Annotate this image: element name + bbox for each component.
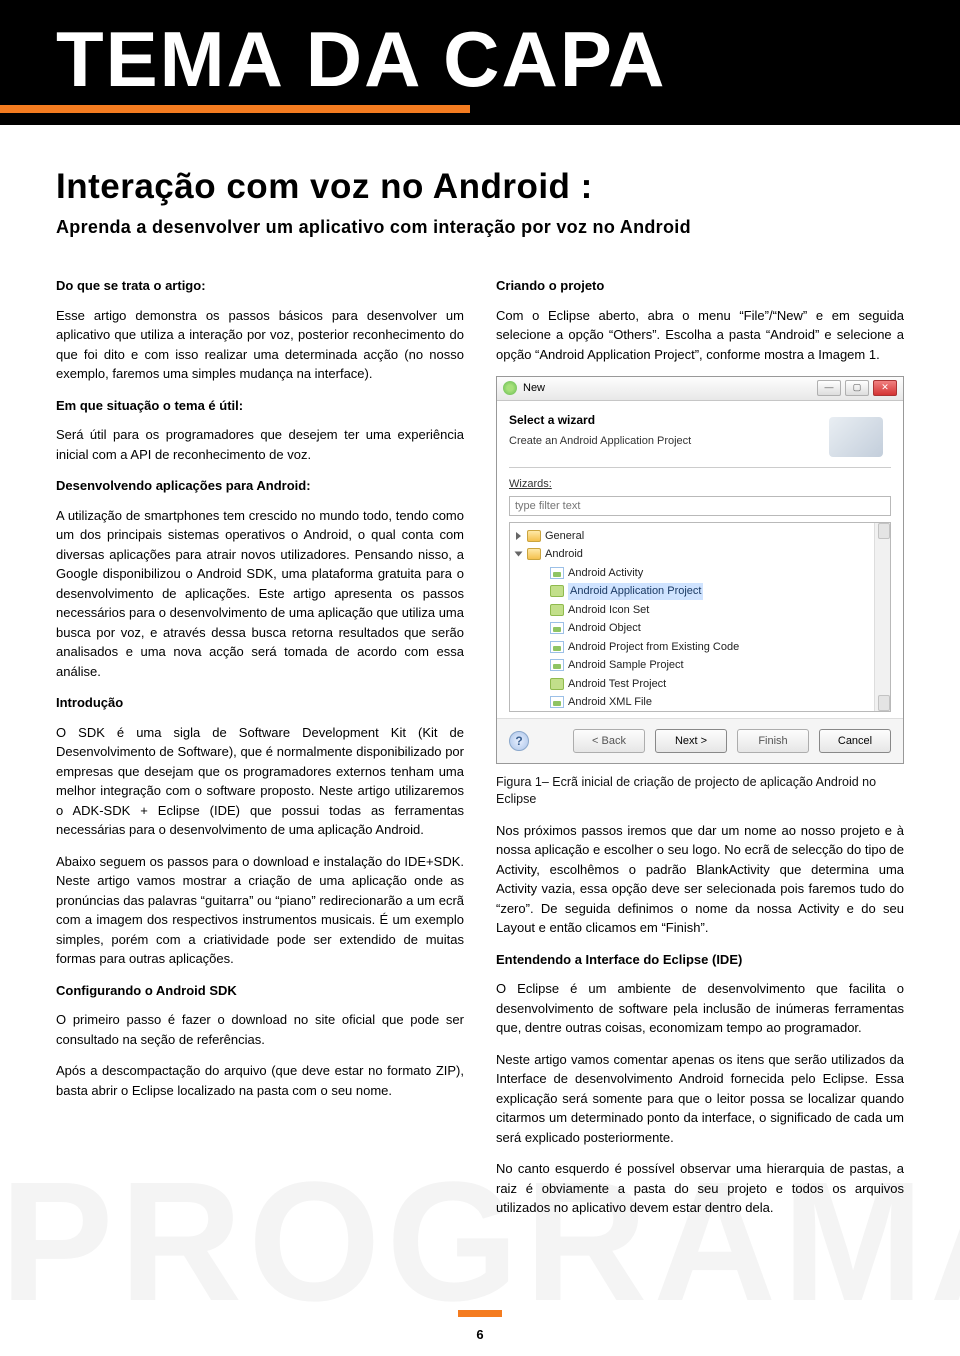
folder-icon: [527, 530, 541, 542]
filter-input[interactable]: [509, 496, 891, 516]
tree-node-general[interactable]: General: [516, 527, 886, 546]
para: Após a descompactação do arquivo (que de…: [56, 1061, 464, 1100]
tree-item-label: Android Sample Project: [568, 657, 684, 674]
window-icon: [503, 381, 517, 395]
figure-new-wizard-dialog: New — ▢ ✕ Select a wizard Create an Andr…: [496, 376, 904, 764]
wizard-banner-icon: [829, 417, 883, 457]
tree-item-label: Android Project from Existing Code: [568, 639, 739, 656]
column-left: Do que se trata o artigo: Esse artigo de…: [56, 276, 464, 1230]
heading-creating-project: Criando o projeto: [496, 276, 904, 296]
tree-item-label: Android XML File: [568, 694, 652, 711]
para: Esse artigo demonstra os passos básicos …: [56, 306, 464, 384]
para: O Eclipse é um ambiente de desenvolvimen…: [496, 979, 904, 1038]
chevron-down-icon: [515, 552, 523, 557]
tree-item-label: Android Activity: [568, 565, 643, 582]
tree-item[interactable]: Android XML File: [550, 693, 739, 712]
tree-item[interactable]: Android Icon Set: [550, 601, 739, 620]
article-title-line: Interação com voz no Android : Aprenda a…: [56, 167, 904, 238]
tree-item[interactable]: Android Sample Project: [550, 656, 739, 675]
tree-item[interactable]: Android Application Project: [550, 582, 739, 601]
dialog-titlebar: New — ▢ ✕: [497, 377, 903, 401]
help-icon[interactable]: ?: [509, 731, 529, 751]
scrollbar[interactable]: [874, 523, 890, 711]
page-footer: 6: [0, 1310, 960, 1342]
article-subtitle: Aprenda a desenvolver um aplicativo com …: [56, 217, 691, 238]
maximize-button[interactable]: ▢: [845, 380, 869, 396]
chevron-right-icon: [516, 532, 521, 540]
wizard-tree[interactable]: General Android Android ActivityAndroid …: [509, 522, 891, 712]
android-file-icon: [550, 641, 564, 653]
tree-item[interactable]: Android Object: [550, 619, 739, 638]
android-file-icon: [550, 659, 564, 671]
back-button[interactable]: < Back: [573, 729, 645, 753]
tree-item-label: Android Test Project: [568, 676, 666, 693]
dialog-button-bar: ? < Back Next > Finish Cancel: [497, 718, 903, 763]
heading-intro: Introdução: [56, 693, 464, 713]
heading-about: Do que se trata o artigo:: [56, 276, 464, 296]
figure-caption: Figura 1– Ecrã inicial de criação de pro…: [496, 774, 904, 809]
para: Neste artigo vamos comentar apenas os it…: [496, 1050, 904, 1148]
android-file-icon: [550, 696, 564, 708]
android-file-icon: [550, 567, 564, 579]
page-content: Interação com voz no Android : Aprenda a…: [0, 125, 960, 1230]
cancel-button[interactable]: Cancel: [819, 729, 891, 753]
tree-item[interactable]: Android Test Project: [550, 675, 739, 694]
footer-accent: [458, 1310, 502, 1317]
heading-usefulness: Em que situação o tema é útil:: [56, 396, 464, 416]
para: O SDK é uma sigla de Software Developmen…: [56, 723, 464, 840]
finish-button[interactable]: Finish: [737, 729, 809, 753]
section-title: TEMA DA CAPA: [0, 0, 960, 105]
tree-item[interactable]: Android Activity: [550, 564, 739, 583]
tree-item-label: Android Icon Set: [568, 602, 649, 619]
android-file-icon: [550, 585, 564, 597]
android-file-icon: [550, 622, 564, 634]
window-title: New: [523, 380, 545, 397]
heading-developing: Desenvolvendo aplicações para Android:: [56, 476, 464, 496]
next-button[interactable]: Next >: [655, 729, 727, 753]
heading-configuring: Configurando o Android SDK: [56, 981, 464, 1001]
folder-icon: [527, 548, 541, 560]
tree-item-label: Android Object: [568, 620, 641, 637]
android-file-icon: [550, 604, 564, 616]
para: Abaixo seguem os passos para o download …: [56, 852, 464, 969]
tree-item[interactable]: Android Project from Existing Code: [550, 638, 739, 657]
minimize-button[interactable]: —: [817, 380, 841, 396]
tree-node-android[interactable]: Android: [516, 545, 886, 564]
android-file-icon: [550, 678, 564, 690]
section-header-bar: TEMA DA CAPA: [0, 0, 960, 125]
para: Será útil para os programadores que dese…: [56, 425, 464, 464]
heading-eclipse-interface: Entendendo a Interface do Eclipse (IDE): [496, 950, 904, 970]
para: A utilização de smartphones tem crescido…: [56, 506, 464, 682]
close-button[interactable]: ✕: [873, 380, 897, 396]
tree-item-label: Android Application Project: [568, 583, 703, 600]
wizards-label: Wizards:: [509, 476, 891, 493]
para: No canto esquerdo é possível observar um…: [496, 1159, 904, 1218]
para: O primeiro passo é fazer o download no s…: [56, 1010, 464, 1049]
para: Com o Eclipse aberto, abra o menu “File”…: [496, 306, 904, 365]
page-number: 6: [476, 1327, 483, 1342]
accent-bar: [0, 105, 470, 113]
article-title: Interação com voz no Android :: [56, 167, 593, 207]
column-right: Criando o projeto Com o Eclipse aberto, …: [496, 276, 904, 1230]
para: Nos próximos passos iremos que dar um no…: [496, 821, 904, 938]
